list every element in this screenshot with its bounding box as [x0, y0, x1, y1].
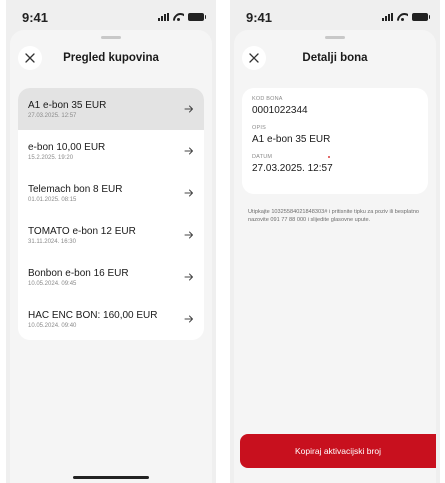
purchase-date: 10.05.2024. 09:45 [28, 280, 77, 287]
sheet-grabber[interactable] [325, 36, 345, 39]
purchase-date: 01.01.2025. 08:15 [28, 196, 77, 203]
purchase-row-text: A1 e-bon 35 EUR 27.03.2025. 12:57 [28, 100, 106, 119]
date-field: DATUM 27.03.2025. 12:57 [252, 154, 418, 174]
code-label: KOD BONA [252, 96, 283, 102]
system-icons [158, 13, 206, 21]
decorative-dot [328, 156, 330, 158]
close-icon [25, 53, 35, 63]
signal-icon [158, 13, 169, 21]
purchase-date: 27.03.2025. 12:57 [28, 112, 77, 119]
description-label: OPIS [252, 125, 266, 131]
purchase-row-text: Telemach bon 8 EUR 01.01.2025. 08:15 [28, 184, 123, 203]
purchase-row[interactable]: TOMATO e-bon 12 EUR 31.11.2024. 16:30 [18, 214, 204, 256]
page-title: Pregled kupovina [63, 52, 159, 64]
battery-icon [188, 13, 206, 21]
detail-sheet: Detalji bona KOD BONA 0001022344 OPIS A1… [234, 30, 436, 483]
arrow-right-icon [184, 146, 194, 156]
code-value: 0001022344 [252, 105, 308, 116]
copy-activation-button[interactable]: Kopiraj aktivacijski broj [240, 434, 436, 468]
close-icon [249, 53, 259, 63]
wifi-icon [173, 13, 184, 21]
purchase-row-text: HAC ENC BON: 160,00 EUR 10.05.2024. 09:40 [28, 310, 158, 329]
purchase-row-text: e-bon 10,00 EUR 15.2.2025. 19:20 [28, 142, 105, 161]
purchase-title: Telemach bon 8 EUR [28, 183, 123, 195]
purchase-row[interactable]: Telemach bon 8 EUR 01.01.2025. 08:15 [18, 172, 204, 214]
purchase-date: 31.11.2024. 16:30 [28, 238, 76, 245]
purchase-row[interactable]: HAC ENC BON: 160,00 EUR 10.05.2024. 09:40 [18, 298, 204, 340]
purchase-title: TOMATO e-bon 12 EUR [28, 225, 136, 237]
purchase-row[interactable]: A1 e-bon 35 EUR 27.03.2025. 12:57 [18, 88, 204, 130]
arrow-right-icon [184, 230, 194, 240]
purchase-date: 10.05.2024. 09:40 [28, 322, 77, 329]
purchase-title: Bonbon e-bon 16 EUR [28, 267, 129, 279]
purchases-header: Pregled kupovina [10, 44, 212, 72]
purchase-list: A1 e-bon 35 EUR 27.03.2025. 12:57 e-bon 10… [18, 88, 204, 340]
battery-icon [412, 13, 430, 21]
home-indicator[interactable] [73, 476, 149, 479]
voucher-detail-screen: 9:41 Detalji bona KOD BONA 0001022344 OP… [230, 0, 440, 483]
signal-icon [382, 13, 393, 21]
voucher-detail-card: KOD BONA 0001022344 OPIS A1 e-bon 35 EUR… [242, 88, 428, 194]
status-time: 9:41 [22, 9, 49, 25]
page-title: Detalji bona [302, 52, 368, 64]
close-button[interactable] [18, 46, 42, 70]
status-bar: 9:41 [6, 0, 216, 34]
purchases-sheet: Pregled kupovina A1 e-bon 35 EUR 27.03.20… [10, 30, 212, 483]
close-button[interactable] [242, 46, 266, 70]
purchase-title: A1 e-bon 35 EUR [28, 99, 107, 111]
arrow-right-icon [184, 314, 194, 324]
activation-instructions: Utipkajte 1032558402184830​3# i pritisni… [248, 209, 420, 224]
sheet-grabber[interactable] [101, 36, 121, 39]
date-value: 27.03.2025. 12:57 [252, 163, 333, 174]
code-field: KOD BONA 0001022344 [252, 96, 418, 116]
description-field: OPIS A1 e-bon 35 EUR [252, 125, 418, 145]
purchase-row-text: TOMATO e-bon 12 EUR 31.11.2024. 16:30 [28, 226, 136, 245]
date-label: DATUM [252, 154, 273, 160]
status-time: 9:41 [246, 9, 273, 25]
purchase-title: HAC ENC BON: 160,00 EUR [28, 309, 158, 321]
purchases-screen: 9:41 Pregled kupovina A1 e-bon 35 EUR 27.… [6, 0, 216, 483]
purchase-row[interactable]: e-bon 10,00 EUR 15.2.2025. 19:20 [18, 130, 204, 172]
arrow-right-icon [184, 104, 194, 114]
description-value: A1 e-bon 35 EUR [252, 134, 331, 145]
arrow-right-icon [184, 188, 194, 198]
system-icons [382, 13, 430, 21]
status-bar: 9:41 [230, 0, 440, 34]
purchase-title: e-bon 10,00 EUR [28, 141, 106, 153]
purchase-row-text: Bonbon e-bon 16 EUR 10.05.2024. 09:45 [28, 268, 129, 287]
purchase-date: 15.2.2025. 19:20 [28, 154, 74, 161]
detail-header: Detalji bona [234, 44, 436, 72]
arrow-right-icon [184, 272, 194, 282]
wifi-icon [397, 13, 408, 21]
purchase-row[interactable]: Bonbon e-bon 16 EUR 10.05.2024. 09:45 [18, 256, 204, 298]
